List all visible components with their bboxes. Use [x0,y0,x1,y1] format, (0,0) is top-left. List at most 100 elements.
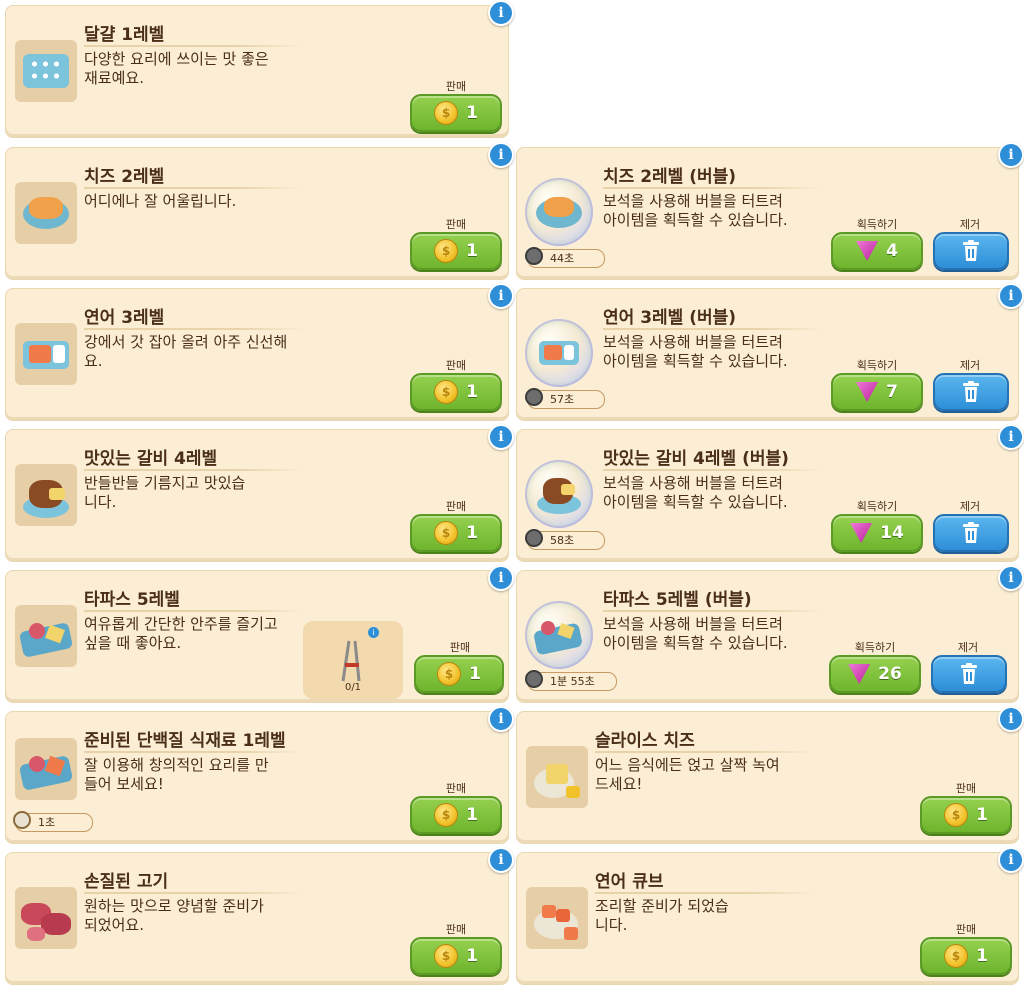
info-icon[interactable]: i [998,565,1024,591]
sell-button[interactable]: $ 1 [410,94,502,132]
title-divider [84,610,304,612]
item-description: 조리할 준비가 되었습니다. [595,897,729,934]
item-card-ribs-bubble: i 58초 맛있는 갈비 4레벨 (버블) 보석을 사용해 버블을 터트려 아이… [516,424,1024,562]
bubble-timer: 58초 [525,529,605,550]
sell-label: 판매 [955,923,977,936]
bubble-tapas-icon [525,601,593,669]
trimmed-meat-icon [15,887,77,949]
sell-button[interactable]: $ 1 [410,514,502,552]
sell-button[interactable]: $ 1 [410,796,502,834]
coin-icon: $ [434,521,459,545]
title-divider [84,751,304,753]
title-divider [603,328,823,330]
sell-label: 판매 [445,359,467,372]
sell-button[interactable]: $ 1 [414,655,504,693]
item-title: 치즈 2레벨 [84,167,165,187]
sell-price: 1 [466,946,478,966]
sell-label: 판매 [449,641,471,654]
trash-icon [963,381,979,402]
info-icon[interactable]: i [998,847,1024,873]
timer-icon [525,670,543,688]
info-icon[interactable]: i [998,706,1024,732]
acquire-button[interactable]: 7 [831,373,923,411]
sell-button[interactable]: $ 1 [410,232,502,270]
sell-price: 1 [976,946,988,966]
sell-label: 판매 [955,782,977,795]
egg-carton-icon [15,40,77,102]
timer-icon [525,529,543,547]
info-icon[interactable]: i [488,565,514,591]
item-card-ribs: i 맛있는 갈비 4레벨 반들반들 기름지고 맛있습니다. 판매 $ 1 [5,424,514,562]
bubble-timer: 44초 [525,247,605,268]
title-divider [84,469,304,471]
salmon-tray-icon [15,323,77,385]
remove-button[interactable] [933,232,1009,270]
item-title: 연어 3레벨 [84,308,165,328]
item-title: 달걀 1레벨 [84,25,165,45]
acquire-button[interactable]: 4 [831,232,923,270]
gem-cost: 14 [880,523,904,543]
item-card-egg: i 달걀 1레벨 다양한 요리에 쓰이는 맛 좋은 재료예요. 판매 $ 1 [5,0,514,138]
item-title: 치즈 2레벨 (버블) [603,167,737,187]
item-description: 여유롭게 간단한 안주를 즐기고 싶을 때 좋아요. [84,615,278,652]
acquire-button[interactable]: 14 [831,514,923,552]
item-description: 보석을 사용해 버블을 터트려 아이템을 획득할 수 있습니다. [603,474,788,511]
sell-price: 1 [466,103,478,123]
remove-label: 제거 [959,359,981,372]
item-description: 보석을 사용해 버블을 터트려 아이템을 획득할 수 있습니다. [603,615,788,652]
item-description: 어디에나 잘 어울립니다. [84,192,237,210]
title-divider [595,751,815,753]
info-icon[interactable]: i [998,283,1024,309]
sell-button[interactable]: $ 1 [920,796,1012,834]
tool-count: 0/1 [344,682,362,693]
info-icon[interactable]: i [488,0,514,26]
coin-icon: $ [434,101,459,125]
acquire-label: 획득하기 [854,641,896,654]
required-tool-slot[interactable]: i 0/1 [303,621,403,699]
sell-price: 1 [466,523,478,543]
sliced-cheese-icon [526,746,588,808]
info-icon[interactable]: i [368,627,379,638]
gem-icon [856,382,879,402]
timer-icon [525,247,543,265]
info-icon[interactable]: i [488,283,514,309]
remove-button[interactable] [931,655,1007,693]
timer-icon [525,388,543,406]
coin-icon: $ [437,662,462,686]
title-divider [84,45,304,47]
sell-price: 1 [466,805,478,825]
timer-icon [13,811,31,829]
remove-button[interactable] [933,373,1009,411]
item-description: 다양한 요리에 쓰이는 맛 좋은 재료예요. [84,50,269,87]
item-title: 맛있는 갈비 4레벨 [84,449,218,469]
item-card-tapas: i 타파스 5레벨 여유롭게 간단한 안주를 즐기고 싶을 때 좋아요. i 0… [5,565,514,703]
protein-board-icon [15,738,77,800]
title-divider [595,892,815,894]
gem-icon [850,523,873,543]
sell-button[interactable]: $ 1 [920,937,1012,975]
info-icon[interactable]: i [488,847,514,873]
coin-icon: $ [944,803,969,827]
tongs-icon [341,640,361,682]
item-title: 연어 3레벨 (버블) [603,308,737,328]
info-icon[interactable]: i [488,424,514,450]
item-card-salmon-bubble: i 57초 연어 3레벨 (버블) 보석을 사용해 버블을 터트려 아이템을 획… [516,283,1024,421]
item-description: 보석을 사용해 버블을 터트려 아이템을 획득할 수 있습니다. [603,192,788,229]
salmon-cubes-icon [526,887,588,949]
sell-button[interactable]: $ 1 [410,937,502,975]
item-description: 잘 이용해 창의적인 요리를 만들어 보세요! [84,756,269,793]
info-icon[interactable]: i [488,706,514,732]
item-card-protein: i 1초 준비된 단백질 식재료 1레벨 잘 이용해 창의적인 요리를 만들어 … [5,706,514,844]
item-title: 슬라이스 치즈 [595,731,695,751]
acquire-button[interactable]: 26 [829,655,921,693]
remove-button[interactable] [933,514,1009,552]
info-icon[interactable]: i [488,142,514,168]
info-icon[interactable]: i [998,424,1024,450]
item-card-cheese: i 치즈 2레벨 어디에나 잘 어울립니다. 판매 $ 1 [5,142,514,280]
item-card-tapas-bubble: i 1분 55초 타파스 5레벨 (버블) 보석을 사용해 버블을 터트려 아이… [516,565,1024,703]
item-card-trimmed-meat: i 손질된 고기 원하는 맛으로 양념할 준비가 되었어요. 판매 $ 1 [5,847,514,985]
item-card-cheese-bubble: i 44초 치즈 2레벨 (버블) 보석을 사용해 버블을 터트려 아이템을 획… [516,142,1024,280]
info-icon[interactable]: i [998,142,1024,168]
sell-button[interactable]: $ 1 [410,373,502,411]
sell-price: 1 [466,382,478,402]
